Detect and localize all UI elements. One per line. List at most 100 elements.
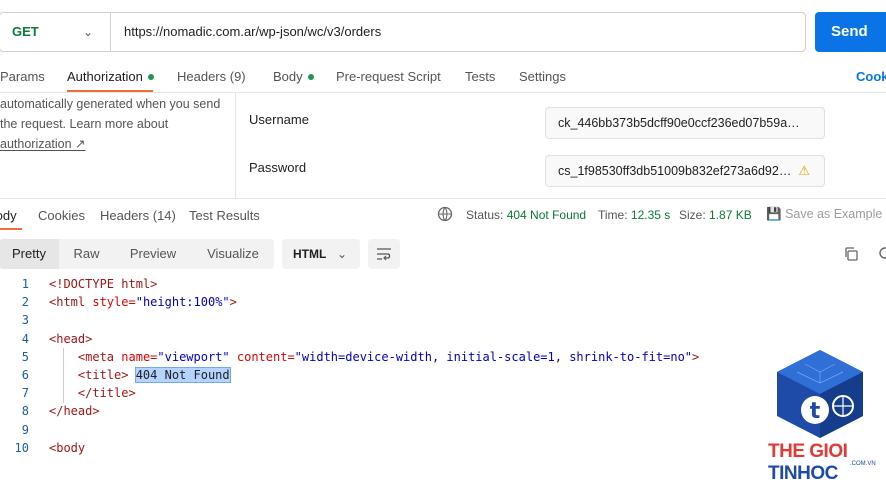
line-number: 9 — [21, 422, 29, 437]
status-value: 404 Not Found — [506, 208, 587, 222]
password-value: cs_1f98530ff3db51009b832ef273a6d92… — [558, 164, 792, 178]
code-token: style= — [92, 295, 136, 310]
code-token: "viewport" — [157, 349, 237, 364]
username-value: ck_446bb373b5dcff90e0ccf236ed07b59a… — [558, 116, 800, 130]
save-as-example-button[interactable]: 💾 Save as Example — [766, 207, 882, 222]
view-mode-pretty[interactable]: Pretty — [0, 239, 59, 269]
code-line: 2 <html style="height:100%"> — [0, 293, 760, 311]
divider — [0, 198, 886, 199]
size-value: 1.87 KB — [709, 208, 752, 222]
divider — [0, 92, 886, 93]
response-body-editor[interactable]: 1 <!DOCTYPE html> 2 <html style="height:100… — [0, 275, 760, 457]
time-info[interactable]: Time: 12.35 s — [598, 208, 670, 222]
code-line: 3 — [0, 311, 760, 329]
line-number: 2 — [21, 295, 29, 310]
code-token: > — [229, 295, 237, 310]
vertical-divider — [235, 92, 236, 198]
code-token: content= — [236, 349, 295, 364]
line-number: 10 — [14, 440, 29, 455]
password-field[interactable]: cs_1f98530ff3db51009b832ef273a6d92… ⚠ — [545, 155, 825, 187]
code-line: 4 <head> — [0, 330, 760, 348]
tab-label: Settings — [519, 69, 566, 84]
time-label: Time: — [598, 208, 628, 222]
code-text: </head> — [49, 402, 100, 420]
status-label: Status: — [466, 208, 504, 222]
time-value: 12.35 s — [630, 208, 671, 222]
cookies-link[interactable]: Cook — [856, 69, 886, 84]
copy-icon[interactable] — [843, 246, 859, 262]
logo-letter: t — [810, 399, 821, 424]
tab-label: Body — [273, 69, 303, 84]
url-input[interactable]: https://nomadic.com.ar/wp-json/wc/v3/ord… — [124, 13, 381, 51]
tab-tests[interactable]: Tests — [465, 69, 495, 84]
tab-label: Params — [0, 69, 45, 84]
code-token: </head> — [49, 404, 100, 419]
code-token: > — [692, 349, 700, 364]
thegioitinhoc-logo: t — [777, 350, 863, 438]
selected-text: 404 Not Found — [134, 366, 231, 383]
wrap-lines-icon — [377, 248, 391, 261]
tab-label: Authorization — [67, 69, 143, 84]
tab-params[interactable]: Params — [0, 69, 45, 84]
tab-label: Headers (9) — [177, 69, 246, 84]
code-text: <meta name="viewport" content="width=dev… — [49, 348, 699, 366]
language-select[interactable]: HTML ⌄ — [282, 239, 360, 269]
modified-dot-icon — [147, 73, 154, 80]
line-number: 7 — [21, 386, 29, 401]
view-mode-preview[interactable]: Preview — [117, 239, 189, 269]
search-icon[interactable] — [878, 246, 886, 262]
code-token: "width=device-width, initial-scale=1, sh… — [294, 349, 693, 364]
code-text: <!DOCTYPE html> — [49, 275, 157, 293]
response-tab-body[interactable]: Body — [0, 208, 17, 223]
view-mode-visualize[interactable]: Visualize — [194, 239, 272, 269]
method-select[interactable]: GET — [12, 13, 39, 51]
brand-part2: TINHOC — [768, 463, 838, 484]
code-text: </title> — [49, 384, 136, 402]
url-bar: GET ⌄ https://nomadic.com.ar/wp-json/wc/… — [0, 12, 806, 52]
username-label: Username — [249, 112, 309, 127]
response-tab-headers-14[interactable]: Headers (14) — [100, 208, 176, 223]
code-token: <!DOCTYPE html> — [49, 277, 158, 291]
watermark-domain: .COM.VN — [850, 461, 876, 467]
send-button[interactable]: Send — [815, 12, 886, 52]
code-line: 1 <!DOCTYPE html> — [0, 275, 760, 293]
code-line: 8 </head> — [0, 402, 760, 420]
view-mode-selector: Pretty Raw Preview Visualize — [0, 239, 274, 269]
response-tab-cookies[interactable]: Cookies — [38, 208, 85, 223]
tab-headers-9[interactable]: Headers (9) — [177, 69, 246, 84]
view-mode-raw[interactable]: Raw — [59, 239, 114, 269]
code-line: 9 — [0, 421, 760, 439]
brand-part1: THE GIOI — [768, 441, 848, 462]
tab-settings[interactable]: Settings — [519, 69, 566, 84]
tab-body[interactable]: Body — [273, 69, 314, 84]
size-info[interactable]: Size: 1.87 KB — [679, 208, 752, 222]
save-icon: 💾 — [766, 207, 782, 221]
tab-pre-request-script[interactable]: Pre-request Script — [336, 69, 441, 84]
globe-icon[interactable] — [437, 206, 453, 222]
username-field[interactable]: ck_446bb373b5dcff90e0ccf236ed07b59a… — [545, 107, 825, 139]
code-line: 5 <meta name="viewport" content="width=d… — [0, 348, 760, 366]
wrap-lines-button[interactable] — [368, 239, 400, 269]
authorization-link[interactable]: authorization ↗ — [0, 137, 86, 151]
size-label: Size: — [679, 208, 706, 222]
chevron-down-icon: ⌄ — [337, 247, 348, 261]
code-line: 6 <title> 404 Not Found — [0, 366, 760, 384]
line-number: 4 — [21, 331, 29, 346]
line-number: 6 — [21, 367, 29, 382]
response-tab-test-results[interactable]: Test Results — [189, 208, 260, 223]
code-token: name= — [121, 349, 158, 364]
code-text: <head> — [49, 330, 92, 348]
tab-authorization[interactable]: Authorization — [67, 69, 154, 84]
text-cursor — [229, 368, 231, 383]
chevron-down-icon[interactable]: ⌄ — [83, 13, 93, 51]
code-token: <body — [49, 440, 86, 455]
status-info[interactable]: Status: 404 Not Found — [466, 208, 586, 222]
code-line: 7 </title> — [0, 384, 760, 402]
active-tab-indicator — [0, 228, 22, 230]
line-number: 8 — [21, 404, 29, 419]
line-number: 3 — [21, 313, 29, 328]
code-token: <title> — [77, 367, 136, 382]
